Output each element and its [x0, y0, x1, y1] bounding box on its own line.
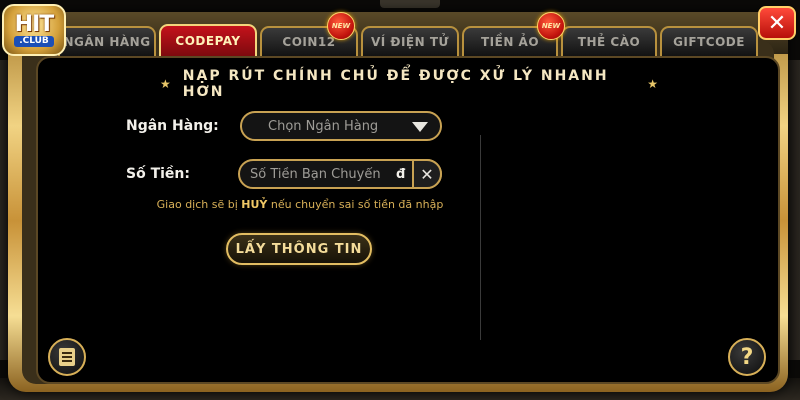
get-info-button[interactable]: LẤY THÔNG TIN	[226, 233, 372, 265]
background-top-edge	[380, 0, 440, 8]
chevron-down-icon	[412, 122, 428, 132]
star-icon: ★	[647, 77, 660, 91]
bank-select[interactable]: Chọn Ngân Hàng	[240, 111, 442, 141]
tab-label: THẺ CÀO	[577, 35, 641, 49]
question-mark-icon: ?	[740, 344, 754, 370]
clear-icon: ✕	[420, 164, 434, 184]
tab-label: VÍ ĐIỆN TỬ	[370, 35, 450, 49]
clear-amount-button[interactable]: ✕	[412, 159, 442, 189]
amount-label: Số Tiền:	[126, 166, 190, 182]
tab-label: NGÂN HÀNG	[63, 35, 151, 49]
amount-field: đ ✕	[238, 159, 442, 189]
tab-label: CODEPAY	[175, 34, 241, 48]
tab-ngan-hang[interactable]: NGÂN HÀNG	[58, 26, 156, 56]
warning-emphasis: HUỶ	[241, 198, 268, 211]
get-info-label: LẤY THÔNG TIN	[235, 241, 363, 257]
tab-the-cao[interactable]: THẺ CÀO	[561, 26, 657, 56]
document-icon	[59, 348, 75, 366]
page-title: ★ NẠP RÚT CHÍNH CHỦ ĐỂ ĐƯỢC XỬ LÝ NHANH …	[160, 68, 660, 100]
star-icon: ★	[160, 77, 173, 91]
bank-label: Ngân Hàng:	[126, 118, 219, 134]
bank-select-value: Chọn Ngân Hàng	[268, 118, 379, 134]
panel-divider	[480, 135, 481, 340]
history-button[interactable]	[48, 338, 86, 376]
warning-text: Giao dịch sẽ bị HUỶ nếu chuyển sai số ti…	[156, 198, 444, 211]
help-button[interactable]: ?	[728, 338, 766, 376]
tab-vi-dien-tu[interactable]: VÍ ĐIỆN TỬ	[361, 26, 459, 56]
currency-unit: đ	[396, 166, 406, 182]
tab-giftcode[interactable]: GIFTCODE	[660, 26, 758, 56]
logo-text: HIT	[14, 11, 55, 37]
tab-label: COIN12	[282, 35, 336, 49]
tab-label: TIỀN ẢO	[480, 35, 540, 49]
page-title-text: NẠP RÚT CHÍNH CHỦ ĐỂ ĐƯỢC XỬ LÝ NHANH HƠ…	[182, 68, 609, 100]
new-badge-tien-ao: NEW	[537, 12, 565, 40]
content-panel	[36, 56, 780, 384]
close-icon: ✕	[767, 10, 787, 36]
amount-input[interactable]	[250, 166, 400, 182]
app-logo: HIT .CLUB	[2, 4, 66, 56]
logo-subtext: .CLUB	[14, 35, 54, 47]
tab-label: GIFTCODE	[673, 35, 745, 49]
tab-codepay[interactable]: CODEPAY	[159, 24, 257, 56]
close-button[interactable]: ✕	[758, 6, 796, 40]
new-badge-coin12: NEW	[327, 12, 355, 40]
